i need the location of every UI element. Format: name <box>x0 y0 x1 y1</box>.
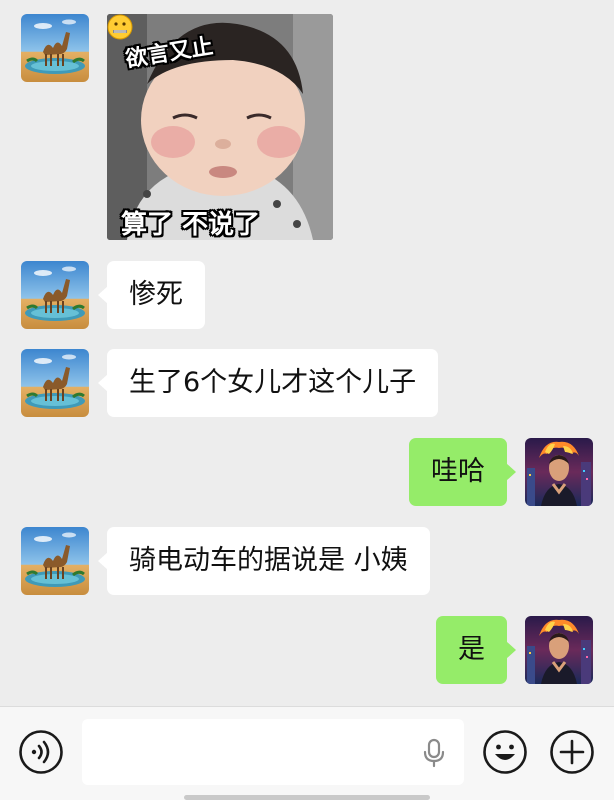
my-avatar[interactable] <box>525 616 593 684</box>
message-bubble-incoming[interactable]: 生了6个女儿才这个儿子 <box>97 349 439 417</box>
home-indicator[interactable] <box>184 795 430 800</box>
more-options-button[interactable] <box>549 729 595 775</box>
message-row-outgoing: 是 <box>0 616 614 684</box>
message-input[interactable] <box>82 719 464 785</box>
my-avatar[interactable] <box>525 438 593 506</box>
voice-toggle-icon <box>19 730 63 774</box>
voice-toggle-button[interactable] <box>18 729 64 775</box>
zipper-mouth-face-icon <box>107 14 133 40</box>
plus-circle-icon <box>550 730 594 774</box>
message-bubble-outgoing[interactable]: 哇哈 <box>409 438 516 506</box>
sticker-caption-bottom: 算了 不说了 <box>121 210 261 240</box>
message-row-incoming: 骑电动车的据说是 小姨 <box>0 527 614 595</box>
message-bubble-outgoing[interactable]: 是 <box>436 616 516 684</box>
message-bubble-incoming[interactable]: 骑电动车的据说是 小姨 <box>98 527 430 595</box>
contact-avatar[interactable] <box>21 14 89 82</box>
chat-history: 欲言又止 算了 不说了 惨死 生了6个女儿才这个儿子 哇哈 骑电动车的据说是 小… <box>0 0 614 706</box>
message-row-incoming: 惨死 <box>0 261 614 329</box>
sticker-message[interactable]: 欲言又止 算了 不说了 <box>107 14 333 240</box>
message-input-bar <box>0 706 614 800</box>
contact-avatar[interactable] <box>21 261 89 329</box>
emoji-icon <box>483 730 527 774</box>
message-bubble-incoming[interactable]: 惨死 <box>98 261 205 329</box>
contact-avatar[interactable] <box>21 527 89 595</box>
message-row-outgoing: 哇哈 <box>0 438 614 506</box>
message-row-incoming: 生了6个女儿才这个儿子 <box>0 349 614 417</box>
microphone-icon[interactable] <box>422 738 446 768</box>
message-row-sticker: 欲言又止 算了 不说了 <box>0 14 614 240</box>
emoji-button[interactable] <box>482 729 528 775</box>
contact-avatar[interactable] <box>21 349 89 417</box>
